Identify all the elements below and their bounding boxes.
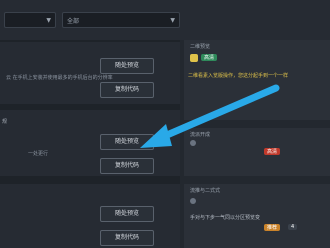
annotation-arrow [140,84,280,148]
arrow-head [140,124,172,148]
arrow-shaft [156,84,280,142]
